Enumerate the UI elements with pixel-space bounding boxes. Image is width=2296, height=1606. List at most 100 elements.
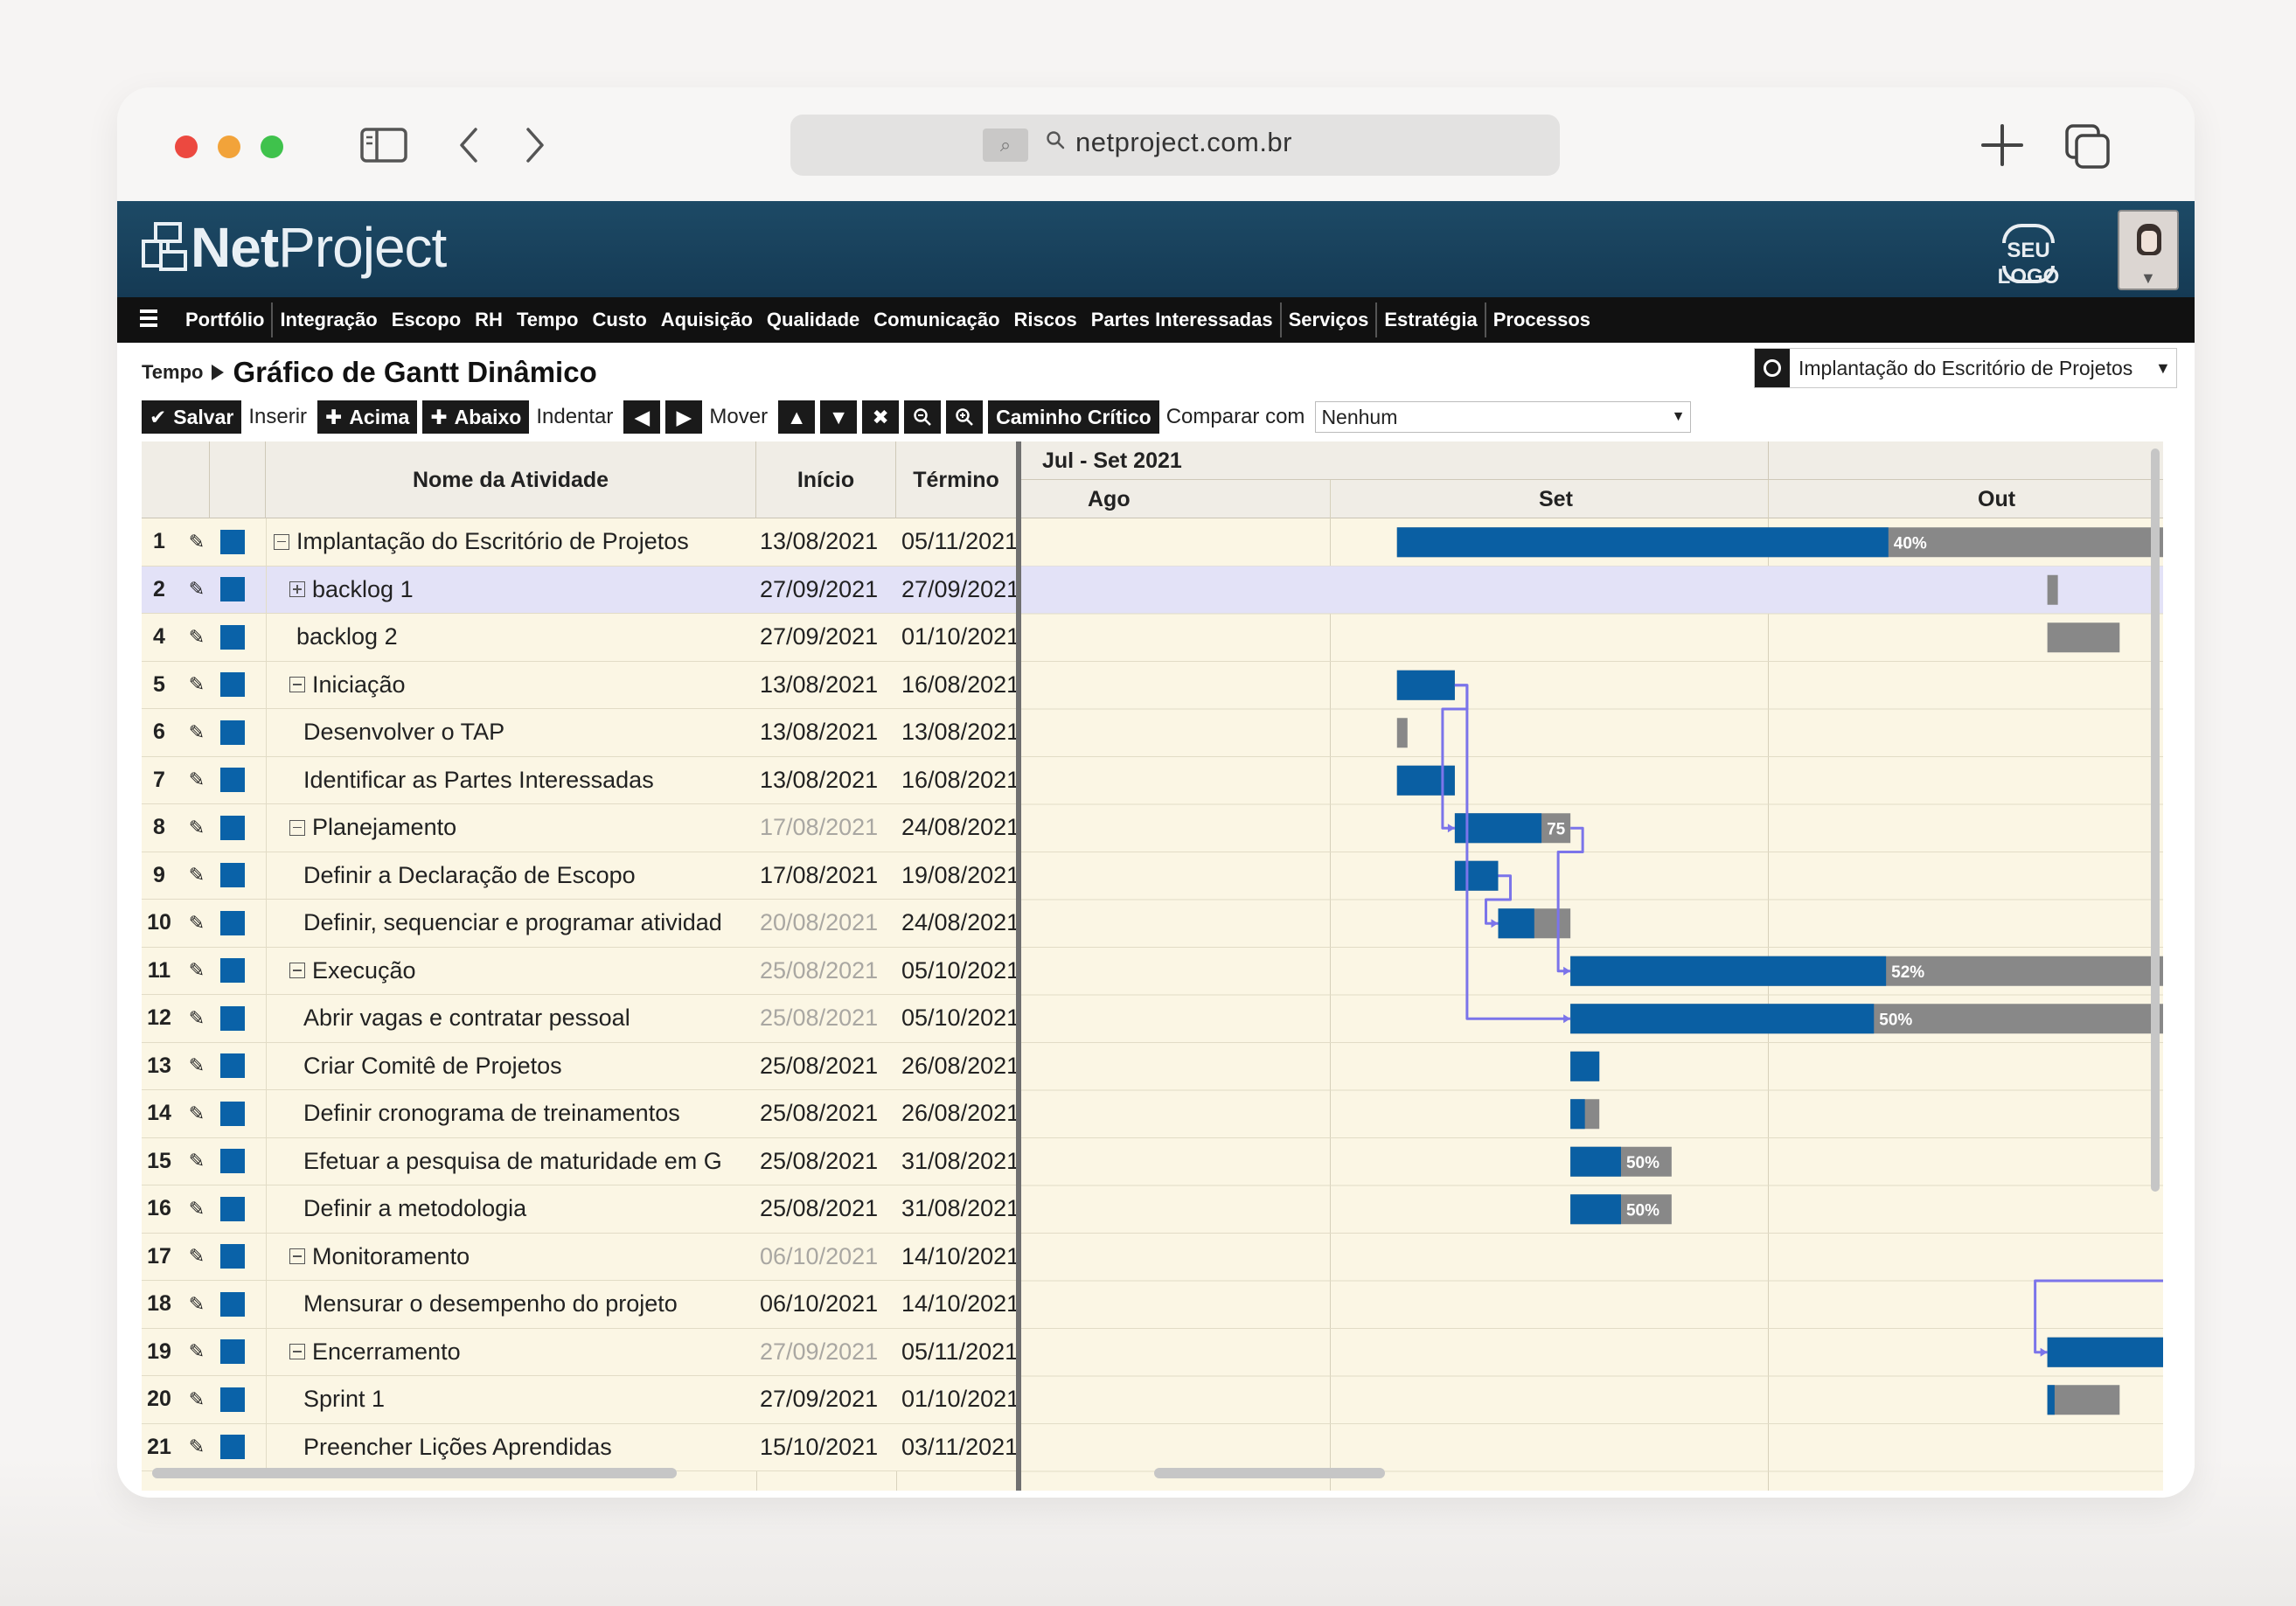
table-row[interactable]: 11 ✎ Execução 25/08/2021 05/10/2021 — [142, 947, 1016, 995]
pencil-icon[interactable]: ✎ — [184, 709, 210, 756]
end-date-cell[interactable]: 26/08/2021 — [896, 1090, 1016, 1137]
collapse-icon[interactable] — [289, 1344, 305, 1360]
table-row[interactable]: 14 ✎ Definir cronograma de treinamentos 25/… — [142, 1090, 1016, 1138]
end-date-cell[interactable]: 16/08/2021 — [896, 757, 1016, 804]
table-row[interactable]: 9 ✎ Definir a Declaração de Escopo 17/08/20… — [142, 852, 1016, 900]
pencil-icon[interactable]: ✎ — [184, 804, 210, 852]
menu-custo[interactable]: Custo — [585, 297, 653, 343]
activity-name-cell[interactable]: Abrir vagas e contratar pessoal — [266, 995, 720, 1042]
menu-riscos[interactable]: Riscos — [1007, 297, 1084, 343]
project-selector[interactable]: Implantação do Escritório de Projetos ▼ — [1754, 348, 2177, 388]
back-arrow-icon[interactable] — [456, 126, 483, 164]
start-date-cell[interactable]: 25/08/2021 — [756, 1138, 896, 1185]
table-row[interactable]: 16 ✎ Definir a metodologia 25/08/2021 31/08/… — [142, 1185, 1016, 1234]
minimize-window-button[interactable] — [218, 136, 240, 158]
close-window-button[interactable] — [175, 136, 198, 158]
table-row[interactable]: 2 ✎ backlog 1 27/09/2021 27/09/2021 — [142, 566, 1016, 614]
end-date-cell[interactable]: 01/10/2021 — [896, 1376, 1016, 1423]
gantt-bar[interactable]: 50% — [1570, 1194, 1672, 1225]
gantt-bar[interactable] — [1396, 718, 1408, 748]
pencil-icon[interactable]: ✎ — [184, 1376, 210, 1423]
end-date-cell[interactable]: 05/11/2021 — [896, 518, 1016, 566]
gantt-bar[interactable] — [1498, 908, 1571, 939]
start-date-cell[interactable]: 06/10/2021 — [756, 1281, 896, 1328]
pencil-icon[interactable]: ✎ — [184, 518, 210, 566]
pencil-icon[interactable]: ✎ — [184, 1234, 210, 1281]
vertical-scrollbar[interactable] — [2151, 448, 2160, 1192]
header-activity-name[interactable]: Nome da Atividade — [266, 441, 756, 518]
indent-button[interactable]: ▶ — [665, 400, 703, 434]
start-date-cell[interactable]: 27/09/2021 — [756, 614, 896, 661]
end-date-cell[interactable]: 24/08/2021 — [896, 900, 1016, 947]
row-color-swatch[interactable] — [220, 614, 245, 661]
row-color-swatch[interactable] — [220, 804, 245, 852]
sidebar-toggle-icon[interactable] — [360, 126, 407, 164]
menu-escopo[interactable]: Escopo — [385, 297, 468, 343]
pencil-icon[interactable]: ✎ — [184, 757, 210, 804]
row-color-swatch[interactable] — [220, 1329, 245, 1376]
forward-arrow-icon[interactable] — [521, 126, 547, 164]
pencil-icon[interactable]: ✎ — [184, 567, 210, 614]
table-row[interactable]: 5 ✎ Iniciação 13/08/2021 16/08/2021 — [142, 661, 1016, 709]
start-date-cell[interactable]: 25/08/2021 — [756, 1090, 896, 1137]
extension-icon[interactable]: ⌕ — [983, 129, 1028, 162]
end-date-cell[interactable]: 26/08/2021 — [896, 1043, 1016, 1090]
table-row[interactable]: 21 ✎ Preencher Lições Aprendidas 15/10/2021… — [142, 1423, 1016, 1471]
activity-name-cell[interactable]: backlog 2 — [266, 614, 720, 661]
header-start[interactable]: Início — [756, 441, 896, 518]
gantt-bar[interactable] — [2047, 622, 2120, 653]
activity-name-cell[interactable]: Implantação do Escritório de Projetos — [266, 518, 720, 566]
menu-comunicacao[interactable]: Comunicação — [866, 297, 1006, 343]
row-color-swatch[interactable] — [220, 1185, 245, 1233]
table-row[interactable]: 10 ✎ Definir, sequenciar e programar ativi… — [142, 900, 1016, 948]
start-date-cell[interactable]: 27/09/2021 — [756, 567, 896, 614]
menu-portfolio[interactable]: Portfólio — [178, 297, 271, 343]
hamburger-menu-icon[interactable] — [117, 297, 178, 343]
collapse-icon[interactable] — [289, 819, 305, 836]
menu-tempo[interactable]: Tempo — [510, 297, 585, 343]
end-date-cell[interactable]: 14/10/2021 — [896, 1281, 1016, 1328]
pencil-icon[interactable]: ✎ — [184, 1138, 210, 1185]
end-date-cell[interactable]: 24/08/2021 — [896, 804, 1016, 852]
row-color-swatch[interactable] — [220, 709, 245, 756]
end-date-cell[interactable]: 05/10/2021 — [896, 995, 1016, 1042]
save-button[interactable]: ✔ Salvar — [142, 400, 242, 434]
gantt-bar[interactable] — [1396, 765, 1455, 796]
compare-select[interactable]: Nenhum ▼ — [1315, 401, 1692, 433]
end-date-cell[interactable]: 27/09/2021 — [896, 567, 1016, 614]
table-row[interactable]: 8 ✎ Planejamento 17/08/2021 24/08/2021 — [142, 804, 1016, 852]
activity-name-cell[interactable]: Desenvolver o TAP — [266, 709, 720, 756]
delete-button[interactable]: ✖ — [862, 400, 900, 434]
row-color-swatch[interactable] — [220, 567, 245, 614]
start-date-cell[interactable]: 06/10/2021 — [756, 1234, 896, 1281]
pencil-icon[interactable]: ✎ — [184, 948, 210, 995]
menu-qualidade[interactable]: Qualidade — [760, 297, 866, 343]
collapse-icon[interactable] — [289, 963, 305, 979]
activity-name-cell[interactable]: Sprint 1 — [266, 1376, 720, 1423]
breadcrumb-parent[interactable]: Tempo — [142, 361, 203, 384]
gantt-bar[interactable]: 50% — [1570, 1004, 2163, 1034]
collapse-icon[interactable] — [274, 533, 289, 550]
end-date-cell[interactable]: 01/10/2021 — [896, 614, 1016, 661]
start-date-cell[interactable]: 17/08/2021 — [756, 852, 896, 900]
end-date-cell[interactable]: 14/10/2021 — [896, 1234, 1016, 1281]
activity-name-cell[interactable]: Iniciação — [266, 661, 720, 708]
gantt-bar[interactable]: 40% — [1396, 527, 2163, 558]
gantt-bar[interactable] — [1570, 1051, 1600, 1081]
row-color-swatch[interactable] — [220, 662, 245, 709]
move-down-button[interactable]: ▼ — [820, 400, 858, 434]
pencil-icon[interactable]: ✎ — [184, 900, 210, 947]
pencil-icon[interactable]: ✎ — [184, 1185, 210, 1233]
row-color-swatch[interactable] — [220, 1138, 245, 1185]
gantt-bar[interactable] — [1396, 670, 1455, 700]
expand-icon[interactable] — [289, 581, 305, 598]
table-row[interactable]: 15 ✎ Efetuar a pesquisa de maturidade em G… — [142, 1137, 1016, 1185]
pencil-icon[interactable]: ✎ — [184, 1424, 210, 1471]
gantt-bar[interactable] — [2047, 574, 2058, 605]
table-row[interactable]: 4 ✎ backlog 2 27/09/2021 01/10/2021 — [142, 614, 1016, 662]
critical-path-button[interactable]: Caminho Crítico — [988, 400, 1159, 434]
start-date-cell[interactable]: 27/09/2021 — [756, 1329, 896, 1376]
activity-name-cell[interactable]: Definir a Declaração de Escopo — [266, 852, 720, 899]
gantt-bar[interactable]: 52% — [1570, 956, 2163, 986]
menu-integracao[interactable]: Integração — [273, 297, 384, 343]
